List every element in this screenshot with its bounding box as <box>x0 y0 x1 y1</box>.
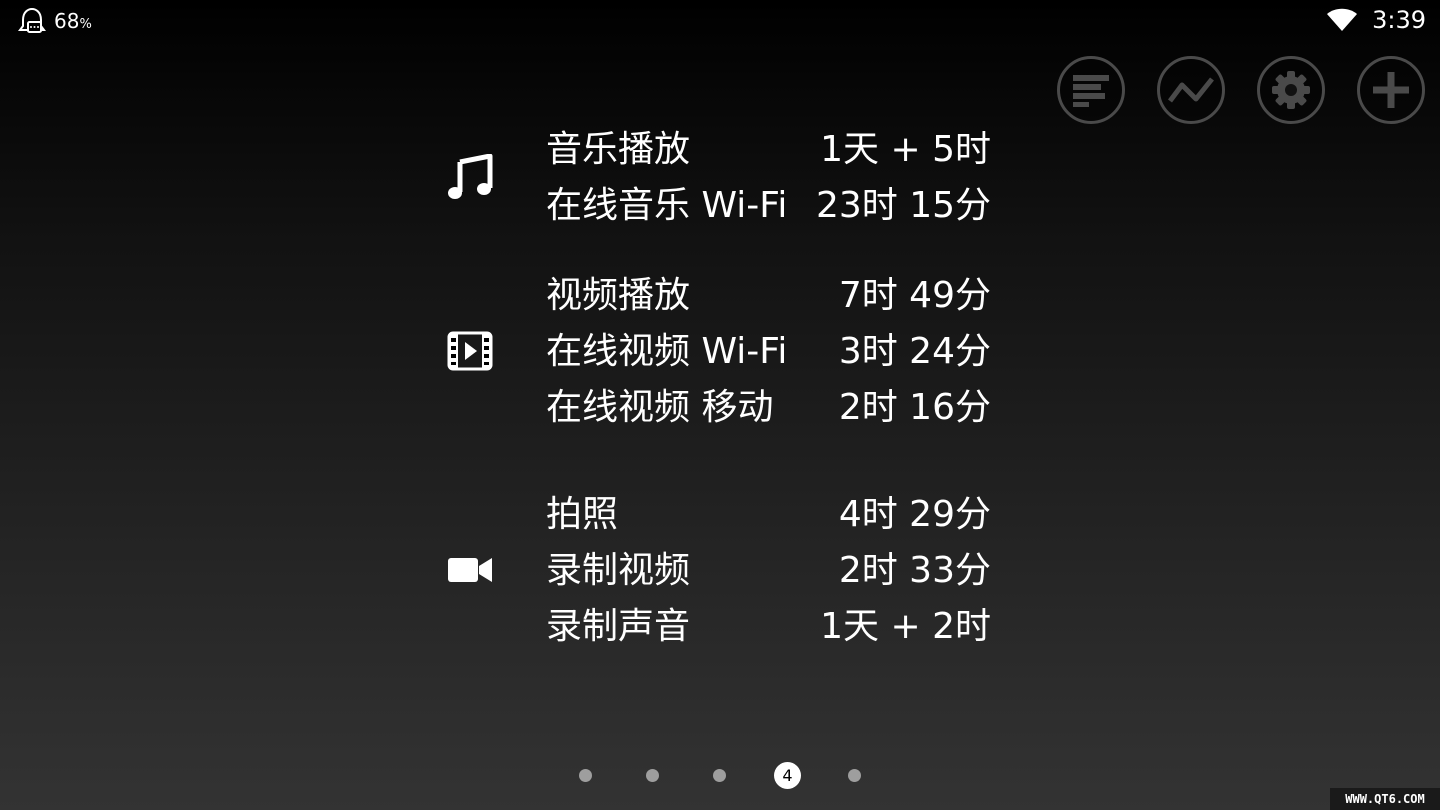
stat-label: 录制视频 <box>546 550 691 591</box>
status-left: 68% <box>18 6 92 36</box>
stat-row-music-playback: 音乐播放 1天 + 5时 <box>546 122 991 178</box>
stat-label: 在线音乐 Wi-Fi <box>546 185 788 226</box>
stat-row-record-video: 录制视频 2时 33分 <box>546 543 991 599</box>
page-dot-1[interactable] <box>579 769 592 782</box>
gear-icon <box>1272 71 1310 109</box>
status-bar: 68% 3:39 <box>0 0 1440 42</box>
page-dot-3[interactable] <box>713 769 726 782</box>
stat-row-take-photo: 拍照 4时 29分 <box>546 487 991 543</box>
stat-label: 在线视频 移动 <box>546 387 774 428</box>
clock: 3:39 <box>1372 6 1426 34</box>
stat-label: 视频播放 <box>546 275 691 316</box>
battery-app-icon <box>18 7 46 33</box>
stat-value: 2时 33分 <box>838 550 991 591</box>
watermark: WWW.QT6.COM <box>1330 788 1440 810</box>
stat-label: 音乐播放 <box>546 129 691 170</box>
action-bar <box>1057 56 1425 124</box>
page-indicator: 4 <box>0 762 1440 790</box>
stat-label: 在线视频 Wi-Fi <box>546 331 788 372</box>
stat-label: 拍照 <box>546 494 619 535</box>
stat-value: 4时 29分 <box>838 494 991 535</box>
video-camera-icon <box>446 546 494 594</box>
bar-list-icon <box>1073 75 1109 107</box>
page-dot-5[interactable] <box>848 769 861 782</box>
stat-label: 录制声音 <box>546 606 691 647</box>
wifi-icon <box>1327 8 1358 31</box>
stat-value: 2时 16分 <box>838 387 991 428</box>
stat-row-video-playback: 视频播放 7时 49分 <box>546 268 991 324</box>
stat-row-record-audio: 录制声音 1天 + 2时 <box>546 599 991 655</box>
plus-icon <box>1373 72 1409 108</box>
stat-value: 1天 + 2时 <box>820 606 991 647</box>
stat-value: 7时 49分 <box>838 275 991 316</box>
stat-value: 3时 24分 <box>838 331 991 372</box>
line-graph-icon <box>1168 77 1214 103</box>
stat-row-online-video-mobile: 在线视频 移动 2时 16分 <box>546 380 991 436</box>
stat-row-online-video-wifi: 在线视频 Wi-Fi 3时 24分 <box>546 324 991 380</box>
film-icon <box>446 327 494 375</box>
graph-view-button[interactable] <box>1157 56 1225 124</box>
list-view-button[interactable] <box>1057 56 1125 124</box>
stat-value: 23时 15分 <box>815 185 991 226</box>
stat-value: 1天 + 5时 <box>820 129 991 170</box>
add-button[interactable] <box>1357 56 1425 124</box>
battery-level: 68% <box>54 9 92 33</box>
settings-button[interactable] <box>1257 56 1325 124</box>
music-note-icon <box>446 154 494 202</box>
page-dot-current[interactable]: 4 <box>774 762 801 789</box>
stat-row-online-music-wifi: 在线音乐 Wi-Fi 23时 15分 <box>546 178 991 234</box>
page-dot-2[interactable] <box>646 769 659 782</box>
status-right: 3:39 <box>1326 6 1426 34</box>
